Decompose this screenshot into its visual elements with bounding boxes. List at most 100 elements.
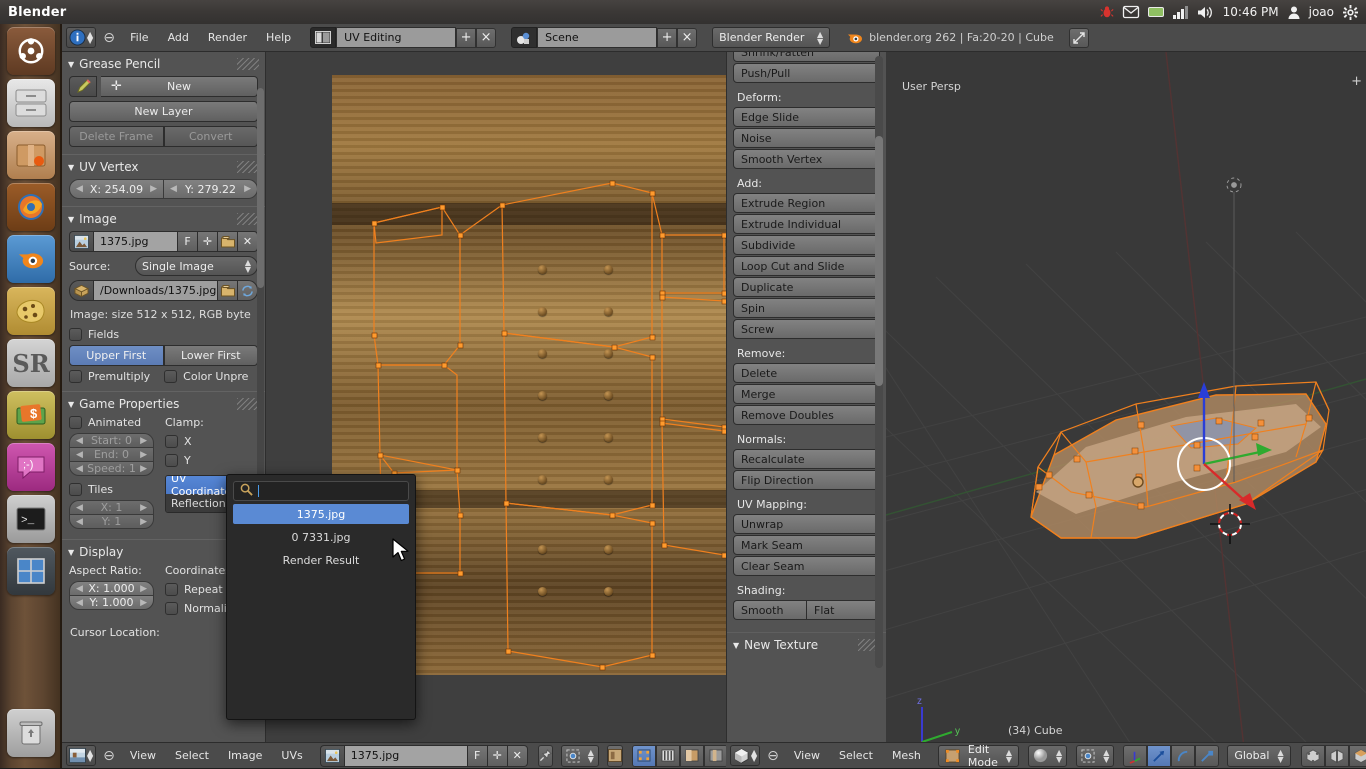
face-select-icon[interactable] — [1349, 745, 1366, 767]
image-datablock-icon[interactable] — [69, 231, 93, 252]
image-option-1375[interactable]: 1375.jpg — [233, 504, 409, 524]
screen-delete-button[interactable]: × — [476, 28, 496, 48]
grease-pencil-new-button[interactable]: ✛ New — [101, 76, 258, 97]
collapse-menu-icon[interactable]: ⊖ — [99, 748, 119, 764]
money-icon[interactable]: $ — [7, 391, 55, 439]
manipulator-toggle-icon[interactable] — [1123, 745, 1147, 767]
uv-image-unlink-button[interactable]: ✕ — [508, 745, 528, 767]
sr-icon[interactable]: SR — [7, 339, 55, 387]
image-option-7331[interactable]: 0 7331.jpg — [233, 527, 409, 547]
chat-icon[interactable]: ;-) — [7, 443, 55, 491]
edge-select-icon[interactable] — [1325, 745, 1349, 767]
uv-menu-select[interactable]: Select — [167, 746, 217, 766]
delete-frame-button[interactable]: Delete Frame — [69, 126, 164, 147]
tool-mark-seam[interactable]: Mark Seam — [733, 535, 880, 555]
v3d-menu-view[interactable]: View — [786, 746, 828, 766]
uv-vertex-select-icon[interactable] — [632, 745, 656, 767]
editor-type-selector-info[interactable]: ▲▼ — [66, 27, 96, 48]
trash-icon[interactable] — [7, 709, 55, 757]
tool-shrink-fatten[interactable]: Shrink/Fatten — [733, 52, 880, 62]
image-open-folder-icon[interactable] — [218, 231, 238, 252]
screen-layout-selector[interactable]: UV Editing + × — [310, 27, 496, 48]
uv-island-select-icon[interactable] — [704, 745, 728, 767]
tool-flip-direction[interactable]: Flip Direction — [733, 470, 880, 490]
tiles-x-field[interactable]: ◀ X: 1 ▶ — [69, 500, 154, 514]
clamp-y-checkbox[interactable]: Y — [165, 454, 251, 467]
menu-file[interactable]: File — [122, 28, 156, 48]
tool-remove-doubles[interactable]: Remove Doubles — [733, 405, 880, 425]
files-icon[interactable] — [7, 79, 55, 127]
panel-new-texture-header[interactable]: ▼ New Texture — [727, 632, 886, 655]
firefox-icon[interactable] — [7, 183, 55, 231]
tool-recalculate[interactable]: Recalculate — [733, 449, 880, 469]
anim-end-field[interactable]: ◀ End: 0 ▶ — [69, 447, 154, 461]
tool-shade-smooth[interactable]: Smooth — [733, 600, 806, 620]
pivot-point-selector[interactable]: ▲▼ — [1076, 745, 1114, 767]
uv-menu-uvs[interactable]: UVs — [273, 746, 310, 766]
collapse-menu-icon[interactable]: ⊖ — [99, 28, 119, 48]
editor-type-selector-uv[interactable]: ▲▼ — [66, 745, 96, 766]
gear-icon[interactable] — [1343, 5, 1358, 20]
tool-unwrap[interactable]: Unwrap — [733, 514, 880, 534]
collapse-menu-icon[interactable]: ⊖ — [763, 748, 783, 764]
image-source-selector[interactable]: Single Image ▲▼ — [135, 256, 258, 276]
ubuntu-dash-icon[interactable] — [7, 27, 55, 75]
premultiply-checkbox[interactable]: Premultiply — [69, 370, 150, 383]
tool-spin[interactable]: Spin — [733, 298, 880, 318]
convert-button[interactable]: Convert — [164, 126, 259, 147]
tiles-checkbox[interactable]: Tiles — [69, 483, 155, 496]
anim-speed-field[interactable]: ◀ Speed: 1 ▶ — [69, 461, 154, 476]
uv-fake-user-button[interactable]: F — [468, 745, 488, 767]
color-unpremultiply-checkbox[interactable]: Color Unpre — [164, 370, 248, 383]
terminal-icon[interactable]: >_ — [7, 495, 55, 543]
v3d-menu-select[interactable]: Select — [831, 746, 881, 766]
upper-first-button[interactable]: Upper First — [69, 345, 164, 366]
mail-icon[interactable] — [1123, 6, 1139, 18]
uv-image-name-field[interactable]: 1375.jpg — [344, 745, 468, 767]
fields-checkbox[interactable]: Fields — [69, 328, 119, 341]
tool-loop-cut-and-slide[interactable]: Loop Cut and Slide — [733, 256, 880, 276]
v3d-menu-mesh[interactable]: Mesh — [884, 746, 929, 766]
software-center-icon[interactable] — [7, 131, 55, 179]
screen-add-button[interactable]: + — [456, 28, 476, 48]
username-label[interactable]: joao — [1309, 5, 1334, 19]
tool-subdivide[interactable]: Subdivide — [733, 235, 880, 255]
panel-game-properties-header[interactable]: ▼ Game Properties — [62, 391, 265, 414]
rotate-manipulator-icon[interactable] — [1171, 745, 1195, 767]
uv-pivot-selector[interactable]: ▲▼ — [561, 745, 599, 767]
mesh-object-cube[interactable]: z y x — [886, 52, 1366, 766]
render-engine-selector[interactable]: Blender Render ▲▼ — [712, 27, 830, 48]
tool-screw[interactable]: Screw — [733, 319, 880, 339]
image-search-input[interactable] — [233, 481, 409, 501]
scene-selector[interactable]: Scene + × — [511, 27, 697, 48]
transform-orientation-selector[interactable]: Global ▲▼ — [1227, 745, 1290, 767]
tool-merge[interactable]: Merge — [733, 384, 880, 404]
animated-checkbox[interactable]: Animated — [69, 416, 155, 429]
tool-noise[interactable]: Noise — [733, 128, 880, 148]
tool-push-pull[interactable]: Push/Pull — [733, 63, 880, 83]
uv-menu-image[interactable]: Image — [220, 746, 270, 766]
editor-type-selector-3dview[interactable]: ▲▼ — [730, 745, 760, 766]
tool-duplicate[interactable]: Duplicate — [733, 277, 880, 297]
new-layer-button[interactable]: New Layer — [69, 101, 258, 122]
lower-first-button[interactable]: Lower First — [164, 345, 259, 366]
screen-layout-value[interactable]: UV Editing — [336, 27, 456, 48]
network-icon[interactable] — [1173, 6, 1188, 19]
volume-icon[interactable] — [1197, 6, 1214, 19]
image-path-browse-icon[interactable] — [218, 280, 238, 301]
anim-start-field[interactable]: ◀ Start: 0 ▶ — [69, 433, 154, 447]
menu-add[interactable]: Add — [160, 28, 197, 48]
fake-user-button[interactable]: F — [178, 231, 198, 252]
toolshelf-scrollbar[interactable] — [875, 56, 883, 668]
uv-edge-select-icon[interactable] — [656, 745, 680, 767]
translate-manipulator-icon[interactable] — [1147, 745, 1171, 767]
image-path-field[interactable]: /Downloads/1375.jpg — [93, 280, 218, 301]
uv-face-select-icon[interactable] — [680, 745, 704, 767]
image-option-render-result[interactable]: Render Result — [233, 550, 409, 570]
blender-icon[interactable] — [7, 235, 55, 283]
cookie-icon[interactable] — [7, 287, 55, 335]
aspect-x-field[interactable]: ◀ X: 1.000 ▶ — [69, 581, 154, 595]
tool-smooth-vertex[interactable]: Smooth Vertex — [733, 149, 880, 169]
maximize-icon[interactable] — [1069, 28, 1089, 48]
image-datablock-icon[interactable] — [320, 745, 344, 767]
